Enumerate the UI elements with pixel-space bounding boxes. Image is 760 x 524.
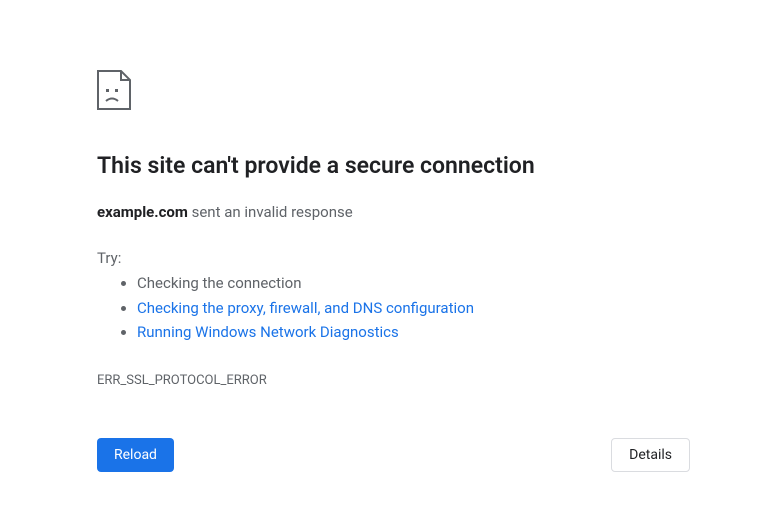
try-label: Try: [97, 249, 690, 267]
list-item: Checking the connection [137, 271, 690, 296]
error-code: ERR_SSL_PROTOCOL_ERROR [97, 373, 690, 388]
sad-page-icon [97, 70, 690, 114]
button-row: Reload Details [97, 438, 690, 472]
list-item: Checking the proxy, firewall, and DNS co… [137, 296, 690, 321]
suggestion-link-diagnostics[interactable]: Running Windows Network Diagnostics [137, 323, 399, 341]
error-page: This site can't provide a secure connect… [0, 0, 690, 472]
subline-after: sent an invalid response [188, 203, 353, 221]
list-item: Running Windows Network Diagnostics [137, 320, 690, 345]
domain-name: example.com [97, 203, 188, 221]
error-subline: example.com sent an invalid response [97, 203, 690, 221]
suggestion-link-proxy[interactable]: Checking the proxy, firewall, and DNS co… [137, 299, 474, 317]
reload-button[interactable]: Reload [97, 438, 174, 472]
suggestion-text: Checking the connection [137, 274, 302, 292]
page-title: This site can't provide a secure connect… [97, 152, 690, 181]
suggestion-list: Checking the connection Checking the pro… [97, 271, 690, 345]
details-button[interactable]: Details [611, 438, 690, 472]
